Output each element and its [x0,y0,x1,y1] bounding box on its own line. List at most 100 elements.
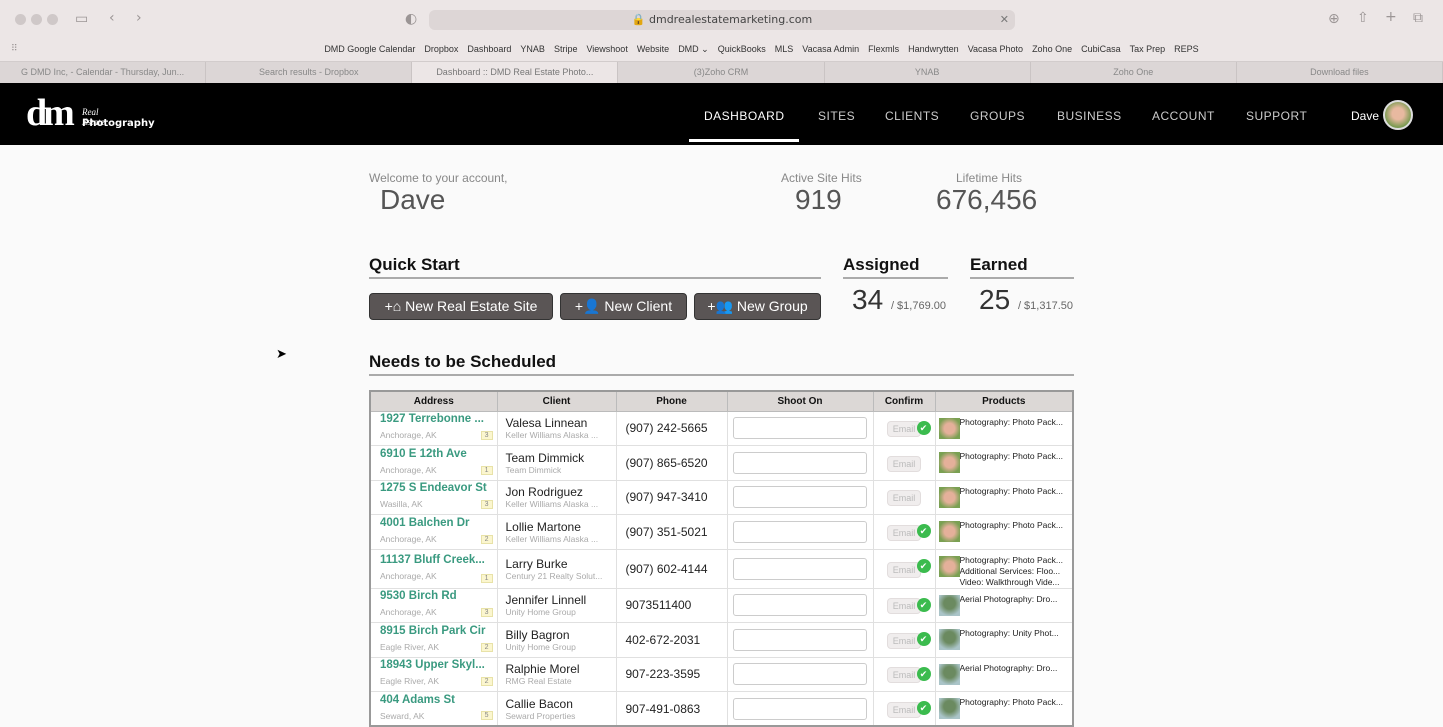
forward-icon[interactable]: › [136,10,142,26]
bookmark-item[interactable]: REPS [1174,44,1199,60]
tab-overview-icon[interactable]: ⧉ [1413,10,1423,26]
nav-groups[interactable]: GROUPS [970,109,1025,123]
column-header[interactable]: Confirm [872,390,936,412]
button-label: New Group [736,298,808,314]
column-header[interactable]: Address [369,390,498,412]
nav-support[interactable]: SUPPORT [1246,109,1307,123]
clear-url-icon[interactable]: ✕ [1000,10,1009,30]
address-link[interactable]: 4001 Balchen Dr [380,517,497,529]
client-name[interactable]: Lollie Martone [506,520,616,534]
bookmark-item[interactable]: DMD ⌄ [678,44,709,60]
bookmark-item[interactable]: MLS [775,44,794,60]
share-icon[interactable]: ⇧ [1357,10,1369,26]
email-confirm-button[interactable]: Email [886,524,922,541]
address-link[interactable]: 8915 Birch Park Cir [380,625,497,637]
nav-clients[interactable]: CLIENTS [885,109,939,123]
close-window-button[interactable] [15,14,26,25]
address-link[interactable]: 9530 Birch Rd [380,590,497,602]
new-client-button[interactable]: +👤 New Client [560,293,687,320]
browser-tab[interactable]: Dashboard :: DMD Real Estate Photo... [412,62,619,83]
browser-tab[interactable]: Search results - Dropbox [206,62,413,83]
bookmark-item[interactable]: Tax Prep [1130,44,1166,60]
new-real-estate-site-button[interactable]: +⌂ New Real Estate Site [369,293,553,320]
bookmark-item[interactable]: Website [637,44,669,60]
browser-tab[interactable]: YNAB [824,62,1031,83]
bookmark-item[interactable]: Viewshoot [586,44,627,60]
earned-heading: Earned [970,255,1074,279]
column-header[interactable]: Products [934,390,1074,412]
bookmark-item[interactable]: Vacasa Photo [968,44,1023,60]
address-link[interactable]: 404 Adams St [380,694,497,706]
client-name[interactable]: Billy Bagron [506,628,616,642]
check-icon: ✔ [916,632,931,646]
user-name[interactable]: Dave [1351,109,1379,123]
shield-icon[interactable]: ◐ [405,11,417,27]
bookmark-item[interactable]: Dropbox [424,44,458,60]
client-name[interactable]: Larry Burke [506,557,616,571]
nav-account[interactable]: ACCOUNT [1152,109,1215,123]
shoot-on-input[interactable] [732,451,867,474]
bookmark-item[interactable]: Flexmls [868,44,899,60]
sidebar-icon[interactable]: ▭ [75,11,88,27]
bookmark-item[interactable]: Stripe [554,44,578,60]
address-link[interactable]: 1927 Terrebonne ... [380,413,497,425]
bookmark-item[interactable]: CubiCasa [1081,44,1121,60]
client-name[interactable]: Valesa Linnean [506,416,616,430]
bookmark-item[interactable]: Zoho One [1032,44,1072,60]
product-line: Photography: Photo Pack... [959,485,1063,496]
bookmark-item[interactable]: YNAB [520,44,545,60]
email-confirm-button[interactable]: Email [886,701,922,718]
back-icon[interactable]: ‹ [109,10,115,26]
shoot-on-input[interactable] [732,486,867,509]
bookmark-item[interactable]: Handwrytten [908,44,959,60]
shoot-on-input[interactable] [732,663,867,686]
email-confirm-button[interactable]: Email [886,455,922,472]
browser-tab[interactable]: (3)Zoho CRM [618,62,825,83]
shoot-on-input[interactable] [732,697,867,720]
client-name[interactable]: Jennifer Linnell [506,593,616,607]
client-name[interactable]: Ralphie Morel [506,662,616,676]
nav-dashboard[interactable]: DASHBOARD [704,109,785,123]
logo[interactable]: dm Real Estate Photography [26,91,155,135]
email-confirm-button[interactable]: Email [886,490,922,507]
bookmark-item[interactable]: DMD Google Calendar [324,44,415,60]
new-tab-icon[interactable]: + [1385,9,1397,25]
shoot-on-input[interactable] [732,557,867,580]
nav-business[interactable]: BUSINESS [1057,109,1122,123]
photo-count-badge: 3 [480,500,493,509]
bookmark-item[interactable]: Vacasa Admin [802,44,859,60]
email-confirm-button[interactable]: Email [886,632,922,649]
browser-tab[interactable]: G DMD Inc, - Calendar - Thursday, Jun... [0,62,207,83]
bookmark-item[interactable]: Dashboard [467,44,511,60]
shoot-on-input[interactable] [732,594,867,617]
column-header[interactable]: Shoot On [726,390,874,412]
email-confirm-button[interactable]: Email [886,667,922,684]
client-name[interactable]: Team Dimmick [506,451,616,465]
bookmark-item[interactable]: QuickBooks [718,44,766,60]
address-link[interactable]: 18943 Upper Skyl... [380,659,497,671]
address-link[interactable]: 1275 S Endeavor St [380,482,497,494]
browser-tab[interactable]: Zoho One [1030,62,1237,83]
tab-bar: G DMD Inc, - Calendar - Thursday, Jun...… [0,61,1443,83]
email-confirm-button[interactable]: Email [886,421,922,438]
new-group-button[interactable]: +👥 New Group [694,293,821,320]
download-icon[interactable]: ⊕ [1328,11,1340,27]
column-header[interactable]: Phone [615,390,728,412]
address-bar[interactable]: 🔒 dmdrealestatemarketing.com ✕ [429,10,1015,30]
nav-sites[interactable]: SITES [818,109,855,123]
user-avatar[interactable] [1383,100,1413,130]
address-link[interactable]: 11137 Bluff Creek... [380,554,497,566]
client-name[interactable]: Callie Bacon [506,697,616,711]
zoom-window-button[interactable] [47,14,58,25]
active-hits-label: Active Site Hits [781,171,862,185]
email-confirm-button[interactable]: Email [886,561,922,578]
shoot-on-input[interactable] [732,628,867,651]
client-name[interactable]: Jon Rodriguez [506,485,616,499]
address-link[interactable]: 6910 E 12th Ave [380,448,497,460]
shoot-on-input[interactable] [732,520,867,543]
browser-tab[interactable]: Download files [1236,62,1443,83]
minimize-window-button[interactable] [31,14,42,25]
shoot-on-input[interactable] [732,417,867,440]
column-header[interactable]: Client [496,390,617,412]
email-confirm-button[interactable]: Email [886,598,922,615]
